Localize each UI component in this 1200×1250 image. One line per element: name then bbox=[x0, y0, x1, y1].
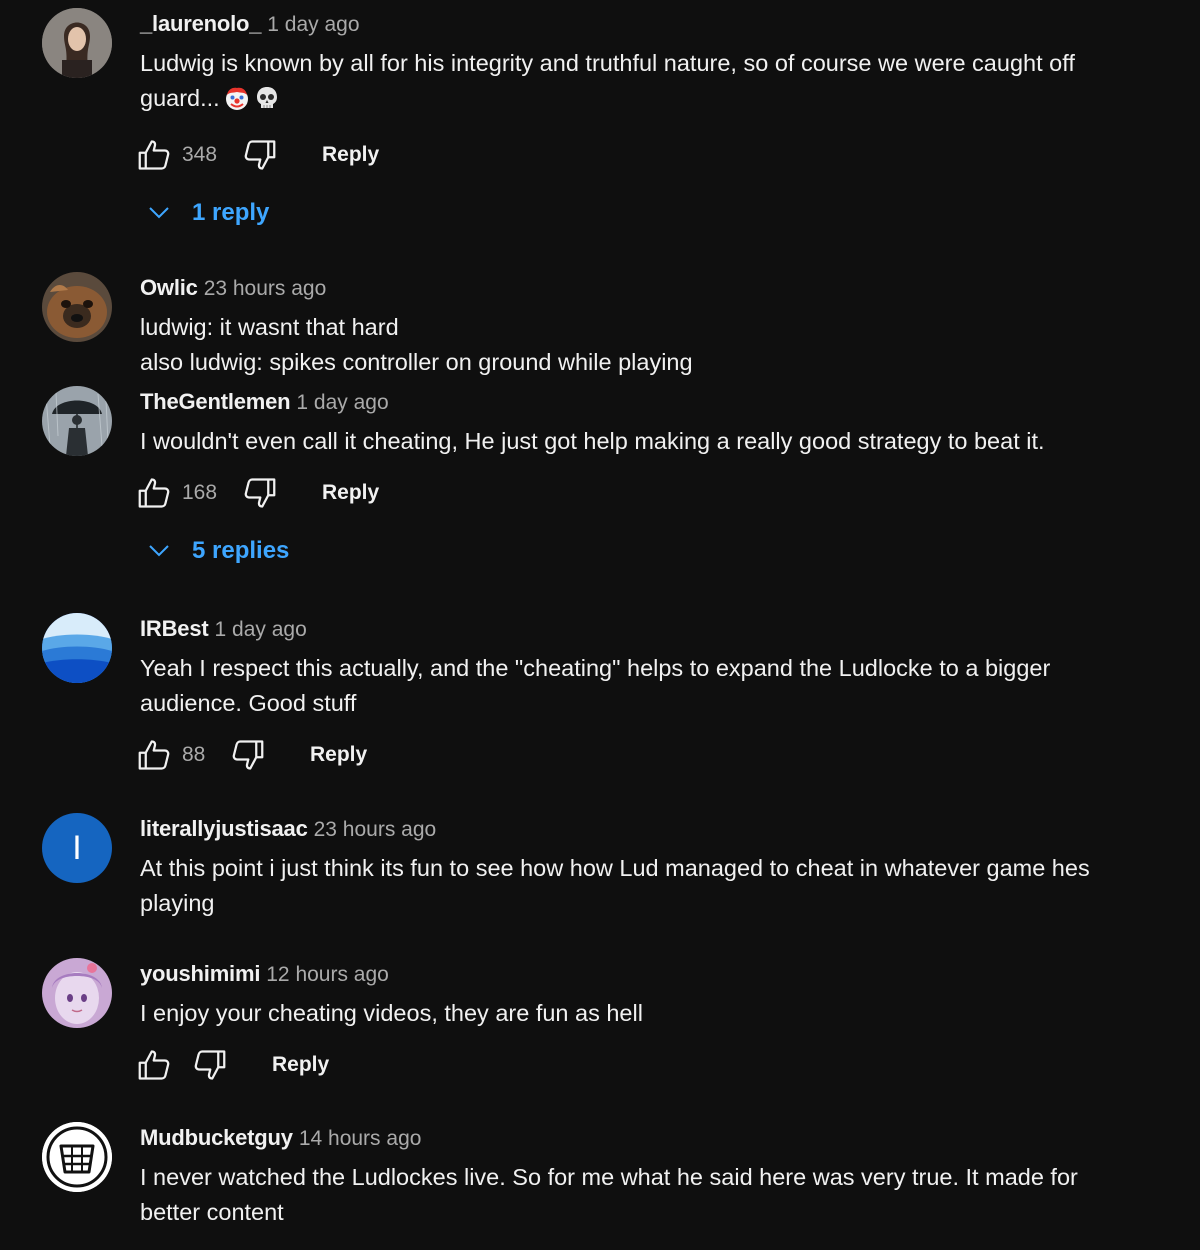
avatar[interactable] bbox=[42, 272, 112, 342]
like-count: 348 bbox=[182, 143, 218, 166]
comment-text-line: also ludwig: spikes controller on ground… bbox=[140, 349, 693, 375]
comment-timestamp[interactable]: 14 hours ago bbox=[299, 1127, 422, 1150]
comment-text-line: Ludwig is known by all for his integrity… bbox=[140, 50, 1075, 76]
comment-author[interactable]: _laurenolo_ bbox=[140, 11, 261, 36]
avatar[interactable] bbox=[42, 1122, 112, 1192]
comment-author[interactable]: IRBest bbox=[140, 616, 209, 641]
like-count: 88 bbox=[182, 743, 206, 766]
thumb-down-icon[interactable] bbox=[242, 475, 278, 511]
comment-text-line-text: guard... bbox=[140, 85, 220, 111]
comment-text: ludwig: it wasnt that hard also ludwig: … bbox=[140, 310, 1160, 380]
thumb-down-icon[interactable] bbox=[242, 137, 278, 173]
comment-text: I enjoy your cheating videos, they are f… bbox=[140, 996, 1160, 1031]
comment-text-line: I wouldn't even call it cheating, He jus… bbox=[140, 428, 1045, 454]
comment-text-line: guard... bbox=[140, 81, 1160, 121]
comment-author[interactable]: Owlic bbox=[140, 275, 198, 300]
comment-text-line: I never watched the Ludlockes live. So f… bbox=[140, 1164, 1078, 1190]
avatar[interactable] bbox=[42, 958, 112, 1028]
thumb-up-icon[interactable] bbox=[136, 1047, 172, 1083]
clown-face-emoji bbox=[224, 85, 250, 121]
view-replies-label: 1 reply bbox=[192, 199, 270, 226]
thumb-up-icon[interactable] bbox=[136, 475, 172, 511]
comment-timestamp[interactable]: 23 hours ago bbox=[204, 277, 327, 300]
comment-text: Ludwig is known by all for his integrity… bbox=[140, 46, 1160, 121]
reply-button[interactable]: Reply bbox=[310, 733, 367, 777]
comment-text-line: ludwig: it wasnt that hard bbox=[140, 314, 399, 340]
view-replies-label: 5 replies bbox=[192, 537, 290, 564]
view-replies-button[interactable]: 1 reply bbox=[140, 193, 1160, 233]
comment-text: I never watched the Ludlockes live. So f… bbox=[140, 1160, 1160, 1230]
thumb-down-icon[interactable] bbox=[192, 1047, 228, 1083]
avatar[interactable] bbox=[42, 613, 112, 683]
comment-text: I wouldn't even call it cheating, He jus… bbox=[140, 424, 1160, 459]
thumb-down-icon[interactable] bbox=[230, 737, 266, 773]
reply-button[interactable]: Reply bbox=[322, 471, 379, 515]
comment-timestamp[interactable]: 12 hours ago bbox=[266, 963, 389, 986]
avatar[interactable] bbox=[42, 8, 112, 78]
comment-author[interactable]: TheGentlemen bbox=[140, 389, 291, 414]
reply-button[interactable]: Reply bbox=[322, 133, 379, 177]
comment-timestamp[interactable]: 1 day ago bbox=[267, 13, 359, 36]
skull-emoji bbox=[254, 85, 280, 121]
comment-text-line: better content bbox=[140, 1199, 284, 1225]
avatar[interactable]: I bbox=[42, 813, 112, 883]
view-replies-button[interactable]: 5 replies bbox=[140, 531, 1160, 571]
comment-text-line: At this point i just think its fun to se… bbox=[140, 855, 1090, 881]
comment-text: Yeah I respect this actually, and the "c… bbox=[140, 651, 1160, 721]
comment-text-line: I enjoy your cheating videos, they are f… bbox=[140, 1000, 643, 1026]
chevron-down-icon bbox=[148, 203, 170, 223]
avatar[interactable] bbox=[42, 386, 112, 456]
comment-text-line: audience. Good stuff bbox=[140, 690, 357, 716]
avatar-letter: I bbox=[72, 829, 82, 867]
comment-text-line: Yeah I respect this actually, and the "c… bbox=[140, 655, 1051, 681]
chevron-down-icon bbox=[148, 541, 170, 561]
reply-button[interactable]: Reply bbox=[272, 1043, 329, 1087]
comment-text: At this point i just think its fun to se… bbox=[140, 851, 1160, 921]
comment-author[interactable]: youshimimi bbox=[140, 961, 260, 986]
thumb-up-icon[interactable] bbox=[136, 137, 172, 173]
like-count: 168 bbox=[182, 481, 218, 504]
comment-timestamp[interactable]: 23 hours ago bbox=[314, 818, 437, 841]
comment-author[interactable]: Mudbucketguy bbox=[140, 1125, 293, 1150]
comment-author[interactable]: literallyjustisaac bbox=[140, 816, 308, 841]
comment-text-line: playing bbox=[140, 890, 215, 916]
comment-timestamp[interactable]: 1 day ago bbox=[296, 391, 388, 414]
comment-timestamp[interactable]: 1 day ago bbox=[215, 618, 307, 641]
thumb-up-icon[interactable] bbox=[136, 737, 172, 773]
